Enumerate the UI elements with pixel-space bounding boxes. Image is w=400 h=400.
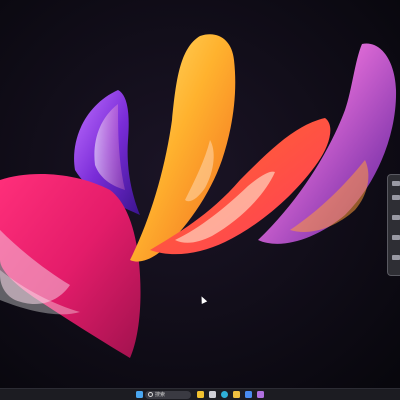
side-panel[interactable] xyxy=(387,174,400,276)
search-placeholder: 搜索 xyxy=(155,391,166,398)
panel-item[interactable] xyxy=(392,215,400,220)
search-icon xyxy=(148,392,153,397)
desktop: 搜索 xyxy=(0,0,400,400)
file-explorer-icon[interactable] xyxy=(233,391,240,398)
widgets-icon[interactable] xyxy=(197,391,204,398)
panel-item[interactable] xyxy=(392,235,400,240)
task-view-icon[interactable] xyxy=(209,391,216,398)
panel-item[interactable] xyxy=(392,255,400,260)
start-icon[interactable] xyxy=(136,391,143,398)
edge-icon[interactable] xyxy=(221,391,228,398)
store-icon[interactable] xyxy=(245,391,252,398)
panel-item[interactable] xyxy=(392,195,400,200)
search-input[interactable]: 搜索 xyxy=(145,390,191,399)
panel-handle[interactable] xyxy=(392,181,400,186)
taskbar: 搜索 xyxy=(0,388,400,400)
app-icon[interactable] xyxy=(257,391,264,398)
desktop-wallpaper xyxy=(0,0,400,388)
